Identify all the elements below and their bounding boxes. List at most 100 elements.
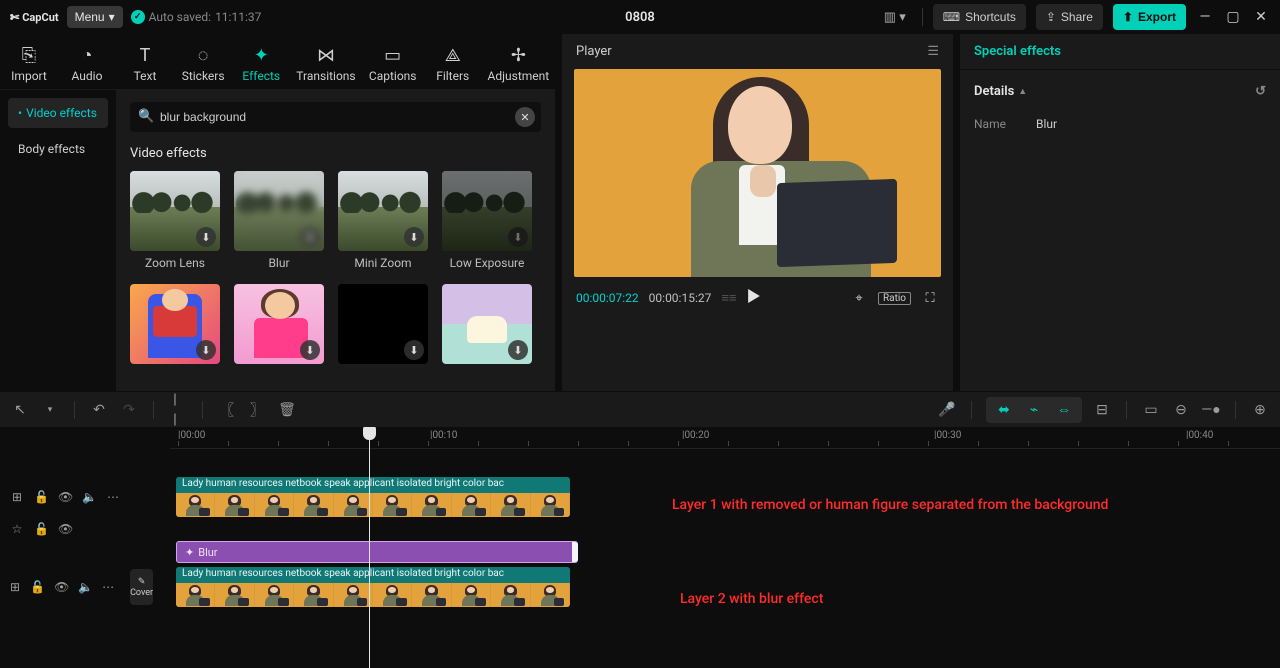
titlebar: ✄ CapCut Menu ▾ ✓ Auto saved: 11:11:37 0… xyxy=(0,0,1280,34)
window-minimize[interactable]: — xyxy=(1196,9,1214,25)
fullscreen-icon[interactable]: ⛶ xyxy=(921,289,939,307)
expand-icon[interactable]: ⊞ xyxy=(10,580,20,594)
undo-icon[interactable]: ↶ xyxy=(89,400,109,420)
layout-icon[interactable]: ▥ ▾ xyxy=(878,6,912,29)
more-icon[interactable]: ⋯ xyxy=(106,490,120,504)
share-button[interactable]: ⇪ Share xyxy=(1036,4,1103,30)
zoom-in-icon[interactable]: ⊕ xyxy=(1250,400,1270,420)
zoom-out-icon[interactable]: ⊖ xyxy=(1171,400,1191,420)
search-icon: 🔍 xyxy=(138,109,154,124)
mic-icon[interactable]: 🎤 xyxy=(937,400,957,420)
effects-browser: 🔍 ✕ Video effects ⬇Zoom Lens⬇Blur⬇Mini Z… xyxy=(116,90,555,391)
magnet-icon[interactable]: ⌁ xyxy=(1024,400,1044,420)
chevron-up-icon[interactable]: ▲ xyxy=(1018,86,1027,97)
download-icon[interactable]: ⬇ xyxy=(404,227,424,247)
tab-text[interactable]: TText xyxy=(116,38,174,89)
download-icon[interactable]: ⬇ xyxy=(300,340,320,360)
shortcuts-button[interactable]: ⌨ Shortcuts xyxy=(933,4,1026,30)
tab-transitions[interactable]: ⋈Transitions xyxy=(290,38,361,89)
trim-left-icon[interactable]: 〖 xyxy=(217,400,237,420)
download-icon[interactable]: ⬇ xyxy=(196,340,216,360)
play-button[interactable] xyxy=(747,289,761,307)
lock-icon[interactable]: 🔓 xyxy=(34,490,48,504)
effect-thumb-item-4[interactable]: ⬇ xyxy=(130,284,220,364)
levels-icon[interactable]: ≡≡ xyxy=(721,290,736,306)
effect-thumb-item-6[interactable]: ⬇ xyxy=(338,284,428,364)
align-icon[interactable]: ⊟ xyxy=(1092,400,1112,420)
window-close[interactable]: ✕ xyxy=(1252,9,1270,25)
tab-adjustment[interactable]: ✢Adjustment xyxy=(482,38,555,89)
search-input[interactable] xyxy=(130,102,541,132)
video-clip-1[interactable]: Lady human resources netbook speak appli… xyxy=(176,477,570,517)
snap-icon[interactable]: ⬌ xyxy=(994,400,1014,420)
pointer-tool-icon[interactable]: ↖ xyxy=(10,400,30,420)
split-icon[interactable]: 〡〡 xyxy=(168,400,188,420)
effect-clip-blur[interactable]: ✦ Blur xyxy=(176,541,578,563)
tab-filters[interactable]: ⟁Filters xyxy=(424,38,482,89)
zoom-slider[interactable]: —● xyxy=(1201,400,1221,420)
download-icon[interactable]: ⬇ xyxy=(196,227,216,247)
pointer-dropdown-icon[interactable]: ▾ xyxy=(40,400,60,420)
effect-thumb-item-7[interactable]: ⬇ xyxy=(442,284,532,364)
tab-stickers[interactable]: ◌Stickers xyxy=(174,38,232,89)
cover-button[interactable]: ✎ Cover xyxy=(130,569,153,605)
duration-time: 00:00:15:27 xyxy=(649,291,712,305)
download-icon[interactable]: ⬇ xyxy=(300,227,320,247)
download-icon[interactable]: ⬇ xyxy=(404,340,424,360)
track-head-1: ⊞ 🔓 👁 🔈 ⋯ xyxy=(0,490,126,504)
ruler-label: |00:40 xyxy=(1186,430,1213,441)
bullet-icon: • xyxy=(18,106,22,120)
effect-thumb-low-exposure[interactable]: ⬇Low Exposure xyxy=(442,171,532,270)
delete-icon[interactable]: 🗑 xyxy=(277,400,297,420)
export-button[interactable]: ⬆ Export xyxy=(1113,4,1186,30)
download-icon[interactable]: ⬇ xyxy=(508,227,528,247)
playhead[interactable] xyxy=(369,427,370,668)
timeline-area[interactable]: |00:00|00:10|00:20|00:30|00:40 ⊞ 🔓 👁 🔈 ⋯… xyxy=(0,427,1280,668)
ratio-button[interactable]: Ratio xyxy=(878,292,911,305)
sidebar-item-body-effects[interactable]: Body effects xyxy=(8,134,108,164)
name-label: Name xyxy=(974,117,1006,131)
audio-icon[interactable]: 🔈 xyxy=(82,490,96,504)
fx-track: ✦ Blur xyxy=(0,539,1280,565)
player-menu-icon[interactable]: ☰ xyxy=(927,44,939,59)
window-maximize[interactable]: ▢ xyxy=(1224,9,1242,25)
effect-thumb-mini-zoom[interactable]: ⬇Mini Zoom xyxy=(338,171,428,270)
visibility-icon[interactable]: 👁 xyxy=(54,580,68,594)
preview-canvas[interactable] xyxy=(574,69,941,277)
redo-icon[interactable]: ↷ xyxy=(119,400,139,420)
library-tabs: ⎘Import◔AudioTText◌Stickers✦Effects⋈Tran… xyxy=(0,34,555,90)
lock-icon[interactable]: 🔓 xyxy=(30,580,44,594)
download-icon[interactable]: ⬇ xyxy=(508,340,528,360)
visibility-icon[interactable]: 👁 xyxy=(58,522,72,536)
effect-thumb-zoom-lens[interactable]: ⬇Zoom Lens xyxy=(130,171,220,270)
text-icon: T xyxy=(134,44,156,66)
effect-thumb-item-5[interactable]: ⬇ xyxy=(234,284,324,364)
more-icon[interactable]: ⋯ xyxy=(102,580,114,594)
adjustment-icon: ✢ xyxy=(507,44,529,66)
lock-icon[interactable]: 🔓 xyxy=(34,522,48,536)
effect-thumb-blur[interactable]: ⬇Blur xyxy=(234,171,324,270)
tab-effects[interactable]: ✦Effects xyxy=(232,38,290,89)
captions-icon: ▭ xyxy=(382,44,404,66)
tab-import[interactable]: ⎘Import xyxy=(0,38,58,89)
visibility-icon[interactable]: 👁 xyxy=(58,490,72,504)
expand-icon[interactable]: ⊞ xyxy=(10,490,24,504)
link-icon[interactable]: ⇔ xyxy=(1054,400,1074,420)
clear-search-button[interactable]: ✕ xyxy=(515,107,535,127)
sidebar-item-video-effects[interactable]: •Video effects xyxy=(8,98,108,128)
menu-button[interactable]: Menu ▾ xyxy=(67,6,123,28)
trim-right-icon[interactable]: 〗 xyxy=(247,400,267,420)
audio-icon[interactable]: 🔈 xyxy=(78,580,92,594)
tab-captions[interactable]: ▭Captions xyxy=(362,38,424,89)
star-icon[interactable]: ☆ xyxy=(10,522,24,536)
sparkle-icon: ✦ xyxy=(185,546,194,559)
video-clip-2[interactable]: Lady human resources netbook speak appli… xyxy=(176,567,570,607)
annotation-layer1: Layer 1 with removed or human figure sep… xyxy=(672,497,1108,513)
crop-icon[interactable]: ⌖ xyxy=(850,289,868,307)
clip-handle-right[interactable] xyxy=(572,542,578,562)
reset-icon[interactable]: ↺ xyxy=(1255,84,1266,99)
tab-audio[interactable]: ◔Audio xyxy=(58,38,116,89)
section-title: Video effects xyxy=(130,146,541,161)
time-ruler[interactable]: |00:00|00:10|00:20|00:30|00:40 xyxy=(170,427,1280,449)
preview-mode-icon[interactable]: ▭ xyxy=(1141,400,1161,420)
